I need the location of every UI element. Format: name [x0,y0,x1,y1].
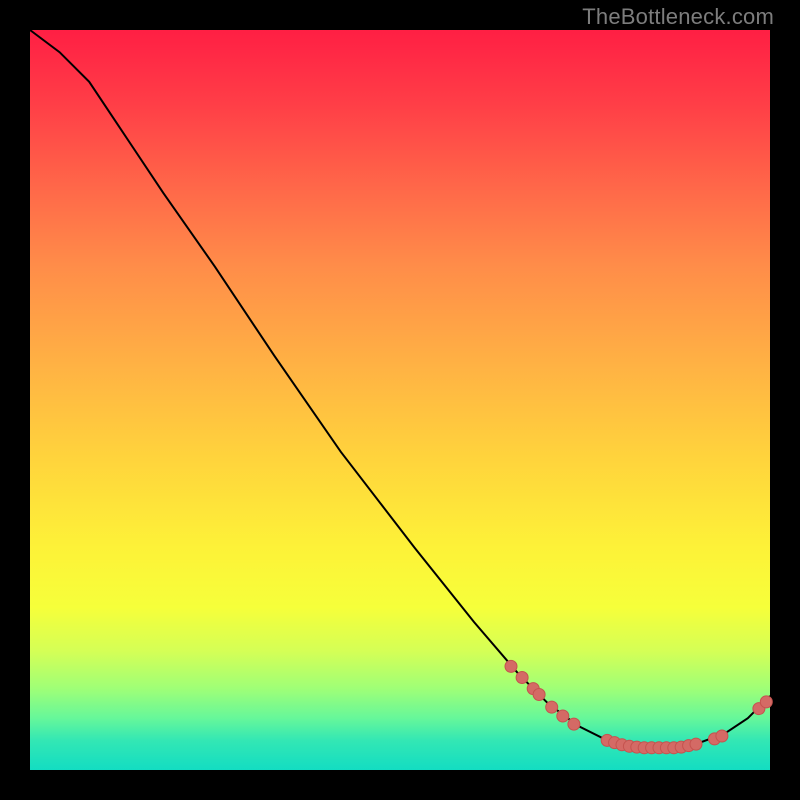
data-marker [516,672,528,684]
bottleneck-curve [30,30,770,748]
data-marker [760,696,772,708]
chart-svg [30,30,770,770]
data-marker [690,738,702,750]
data-marker [716,730,728,742]
data-marker [546,701,558,713]
data-marker [568,718,580,730]
data-marker [533,689,545,701]
data-markers [505,660,772,753]
plot-area [30,30,770,770]
watermark-text: TheBottleneck.com [582,4,774,30]
data-marker [557,710,569,722]
chart-frame: TheBottleneck.com [0,0,800,800]
data-marker [505,660,517,672]
